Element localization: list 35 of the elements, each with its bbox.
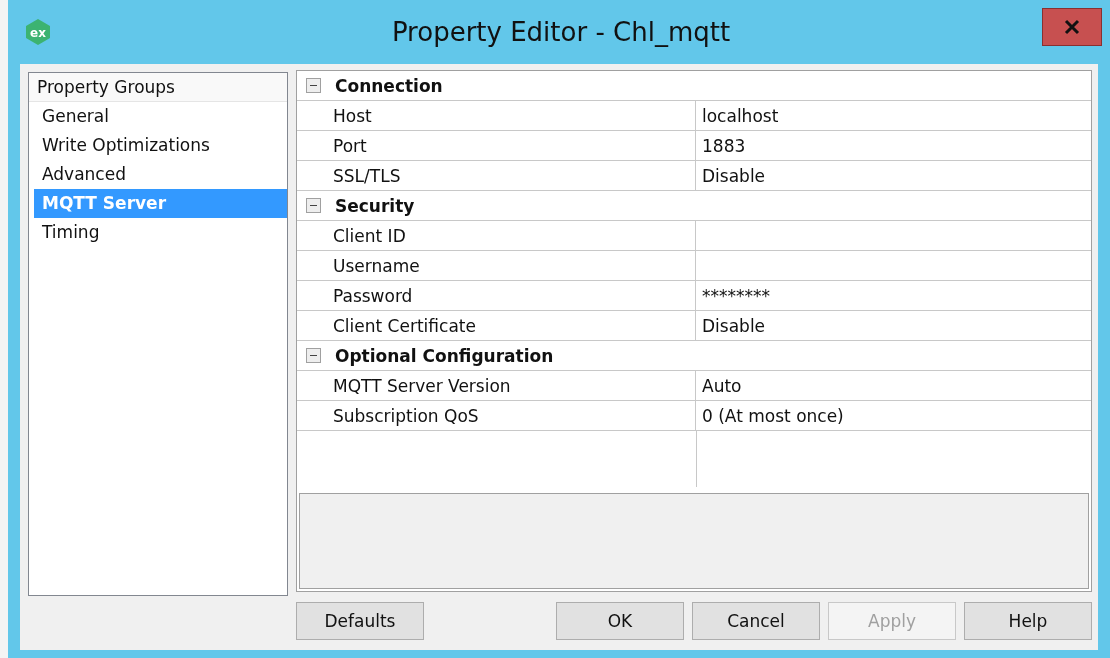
property-value[interactable]: ******** bbox=[696, 281, 1091, 310]
property-value[interactable]: 0 (At most once) bbox=[696, 401, 1091, 430]
category-label: Security bbox=[335, 195, 415, 216]
dialog-button[interactable]: Help bbox=[964, 602, 1092, 640]
collapse-icon[interactable] bbox=[306, 348, 321, 363]
category-label: Connection bbox=[335, 75, 443, 96]
list-header: Property Groups bbox=[29, 73, 287, 102]
close-icon bbox=[1063, 18, 1081, 36]
close-button[interactable] bbox=[1042, 8, 1102, 46]
property-name: Client ID bbox=[297, 221, 696, 250]
list-item[interactable]: Timing bbox=[34, 218, 287, 247]
dialog-button[interactable]: Cancel bbox=[692, 602, 820, 640]
property-value[interactable]: Disable bbox=[696, 311, 1091, 340]
property-name: Password bbox=[297, 281, 696, 310]
list-item[interactable]: Write Optimizations bbox=[34, 131, 287, 160]
category-label: Optional Configuration bbox=[335, 345, 554, 366]
list-item[interactable]: Advanced bbox=[34, 160, 287, 189]
property-value[interactable]: localhost bbox=[696, 101, 1091, 130]
collapse-icon[interactable] bbox=[306, 78, 321, 93]
property-value[interactable]: Disable bbox=[696, 161, 1091, 190]
collapse-icon[interactable] bbox=[306, 198, 321, 213]
property-value[interactable]: Auto bbox=[696, 371, 1091, 400]
property-value[interactable]: 1883 bbox=[696, 131, 1091, 160]
property-name: Client Certificate bbox=[297, 311, 696, 340]
dialog-button[interactable]: Defaults bbox=[296, 602, 424, 640]
dialog-button[interactable]: OK bbox=[556, 602, 684, 640]
app-logo-icon: ex bbox=[24, 18, 52, 46]
property-name: Subscription QoS bbox=[297, 401, 696, 430]
property-name: Host bbox=[297, 101, 696, 130]
property-name: SSL/TLS bbox=[297, 161, 696, 190]
property-name: Username bbox=[297, 251, 696, 280]
list-item[interactable]: General bbox=[34, 102, 287, 131]
window-title: Property Editor - Chl_mqtt bbox=[390, 17, 732, 47]
property-name: MQTT Server Version bbox=[297, 371, 696, 400]
property-name: Port bbox=[297, 131, 696, 160]
